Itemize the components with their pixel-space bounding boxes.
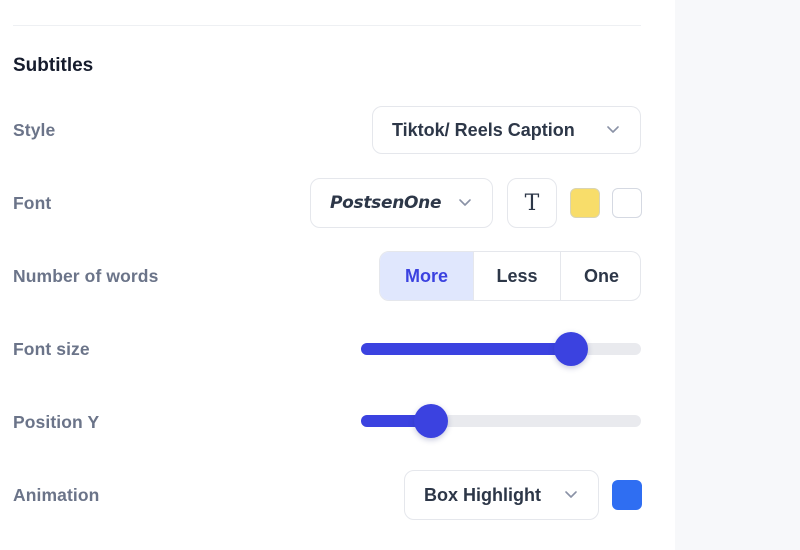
chevron-down-icon (565, 491, 577, 498)
slider-fill (361, 343, 571, 355)
font-select-value: PostsenOne (330, 193, 442, 213)
section-divider (13, 25, 641, 26)
number-of-words-label: Number of words (13, 266, 159, 286)
words-option-more[interactable]: More (380, 252, 473, 300)
subtitles-settings-panel: Subtitles Style Tiktok/ Reels Caption Fo… (0, 0, 675, 550)
outline-color-swatch[interactable] (612, 188, 642, 218)
text-type-icon: T (524, 190, 540, 216)
words-option-less[interactable]: Less (473, 252, 560, 300)
chevron-down-icon (607, 126, 619, 133)
words-option-one[interactable]: One (560, 252, 640, 300)
highlight-color-swatch[interactable] (612, 480, 642, 510)
font-size-slider[interactable] (361, 332, 641, 366)
animation-label: Animation (13, 485, 100, 505)
slider-thumb[interactable] (414, 404, 448, 438)
position-y-slider[interactable] (361, 404, 641, 438)
number-of-words-segmented-control: More Less One (379, 251, 641, 301)
animation-select-value: Box Highlight (424, 484, 541, 505)
style-select-value: Tiktok/ Reels Caption (392, 119, 575, 140)
text-color-swatch[interactable] (570, 188, 600, 218)
slider-thumb[interactable] (554, 332, 588, 366)
font-size-label: Font size (13, 339, 90, 359)
style-select[interactable]: Tiktok/ Reels Caption (372, 106, 641, 154)
position-y-label: Position Y (13, 412, 100, 432)
text-style-button[interactable]: T (507, 178, 557, 228)
font-label: Font (13, 193, 52, 213)
font-select[interactable]: PostsenOne (310, 178, 493, 228)
style-label: Style (13, 120, 56, 140)
preview-area (675, 0, 800, 550)
chevron-down-icon (459, 199, 471, 206)
animation-select[interactable]: Box Highlight (404, 470, 599, 520)
section-title: Subtitles (13, 55, 94, 76)
